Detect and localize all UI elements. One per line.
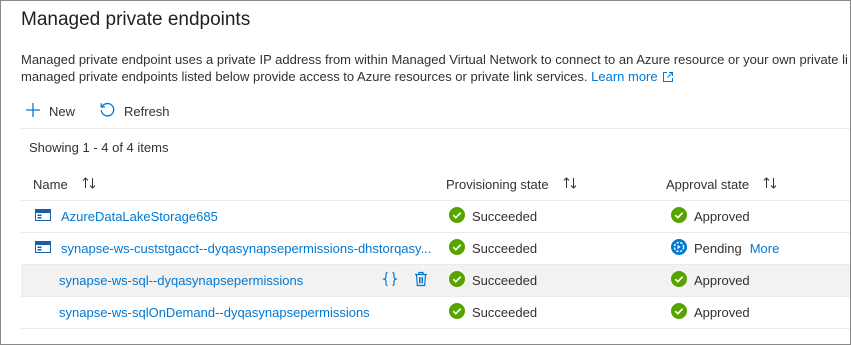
sort-icon (82, 177, 96, 192)
description-line-2: managed private endpoints listed below p… (21, 68, 850, 87)
column-name-label: Name (33, 177, 68, 192)
learn-more-link[interactable]: Learn more (591, 69, 673, 84)
description-line-1: Managed private endpoint uses a private … (21, 52, 848, 67)
column-header-provisioning[interactable]: Provisioning state (446, 169, 577, 200)
approval-status: Pending (694, 241, 742, 256)
endpoint-name-link[interactable]: synapse-ws-sql--dyqasynapsepermissions (59, 273, 303, 288)
provisioning-cell: Succeeded (449, 265, 537, 296)
success-check-icon (671, 303, 687, 322)
json-view-icon[interactable] (382, 271, 398, 290)
table-row[interactable]: AzureDataLakeStorage685 Succeeded Approv… (21, 201, 850, 233)
sort-icon (763, 177, 777, 192)
provisioning-status: Succeeded (472, 241, 538, 256)
grid-header: Name Provisioning state Approval state (21, 169, 850, 201)
external-link-icon (662, 70, 674, 87)
page-title: Managed private endpoints (21, 9, 251, 30)
approval-cell: Pending More (671, 233, 779, 264)
new-button-label: New (49, 103, 76, 119)
blade-frame: Managed private endpoints Managed privat… (0, 0, 851, 345)
name-cell: synapse-ws-custstgacct--dyqasynapsepermi… (35, 233, 431, 264)
column-provisioning-label: Provisioning state (446, 177, 549, 192)
provisioning-status: Succeeded (472, 209, 538, 224)
column-approval-label: Approval state (666, 177, 750, 192)
endpoint-name-link[interactable]: synapse-ws-custstgacct--dyqasynapsepermi… (61, 241, 431, 256)
table-row[interactable]: synapse-ws-sql--dyqasynapsepermissions S… (21, 265, 850, 297)
storage-account-icon (35, 209, 51, 224)
provisioning-status: Succeeded (472, 305, 538, 320)
provisioning-cell: Succeeded (449, 233, 537, 264)
refresh-button-label: Refresh (124, 103, 170, 119)
table-row[interactable]: synapse-ws-custstgacct--dyqasynapsepermi… (21, 233, 850, 265)
success-check-icon (671, 271, 687, 290)
description-line-2-text: managed private endpoints listed below p… (21, 69, 588, 84)
approval-status: Approved (694, 209, 750, 224)
column-header-name[interactable]: Name (33, 169, 96, 200)
approval-cell: Approved (671, 201, 750, 232)
name-cell: synapse-ws-sql--dyqasynapsepermissions (59, 265, 303, 296)
success-check-icon (449, 239, 465, 258)
plus-icon (25, 102, 49, 121)
page-description: Managed private endpoint uses a private … (21, 51, 850, 87)
success-check-icon (449, 303, 465, 322)
table-row[interactable]: synapse-ws-sqlOnDemand--dyqasynapsepermi… (21, 297, 850, 329)
approval-status: Approved (694, 305, 750, 320)
approval-cell: Approved (671, 297, 750, 328)
success-check-icon (449, 271, 465, 290)
sort-icon (563, 177, 577, 192)
provisioning-cell: Succeeded (449, 201, 537, 232)
name-cell: AzureDataLakeStorage685 (35, 201, 218, 232)
endpoint-name-link[interactable]: AzureDataLakeStorage685 (61, 209, 218, 224)
provisioning-cell: Succeeded (449, 297, 537, 328)
success-check-icon (671, 207, 687, 226)
refresh-button[interactable]: Refresh (95, 97, 174, 125)
item-count: Showing 1 - 4 of 4 items (29, 140, 169, 155)
approval-more-link[interactable]: More (750, 241, 780, 256)
provisioning-status: Succeeded (472, 273, 538, 288)
pending-icon (671, 239, 687, 258)
delete-icon[interactable] (414, 271, 428, 290)
name-cell: synapse-ws-sqlOnDemand--dyqasynapsepermi… (59, 297, 370, 328)
row-actions (382, 265, 428, 296)
command-bar: New Refresh (21, 97, 190, 125)
approval-status: Approved (694, 273, 750, 288)
column-header-approval[interactable]: Approval state (666, 169, 777, 200)
approval-cell: Approved (671, 265, 750, 296)
learn-more-label: Learn more (591, 69, 658, 84)
new-button[interactable]: New (21, 97, 79, 125)
refresh-icon (99, 101, 124, 121)
toolbar-divider (21, 128, 850, 129)
success-check-icon (449, 207, 465, 226)
endpoint-name-link[interactable]: synapse-ws-sqlOnDemand--dyqasynapsepermi… (59, 305, 370, 320)
storage-account-icon (35, 241, 51, 256)
